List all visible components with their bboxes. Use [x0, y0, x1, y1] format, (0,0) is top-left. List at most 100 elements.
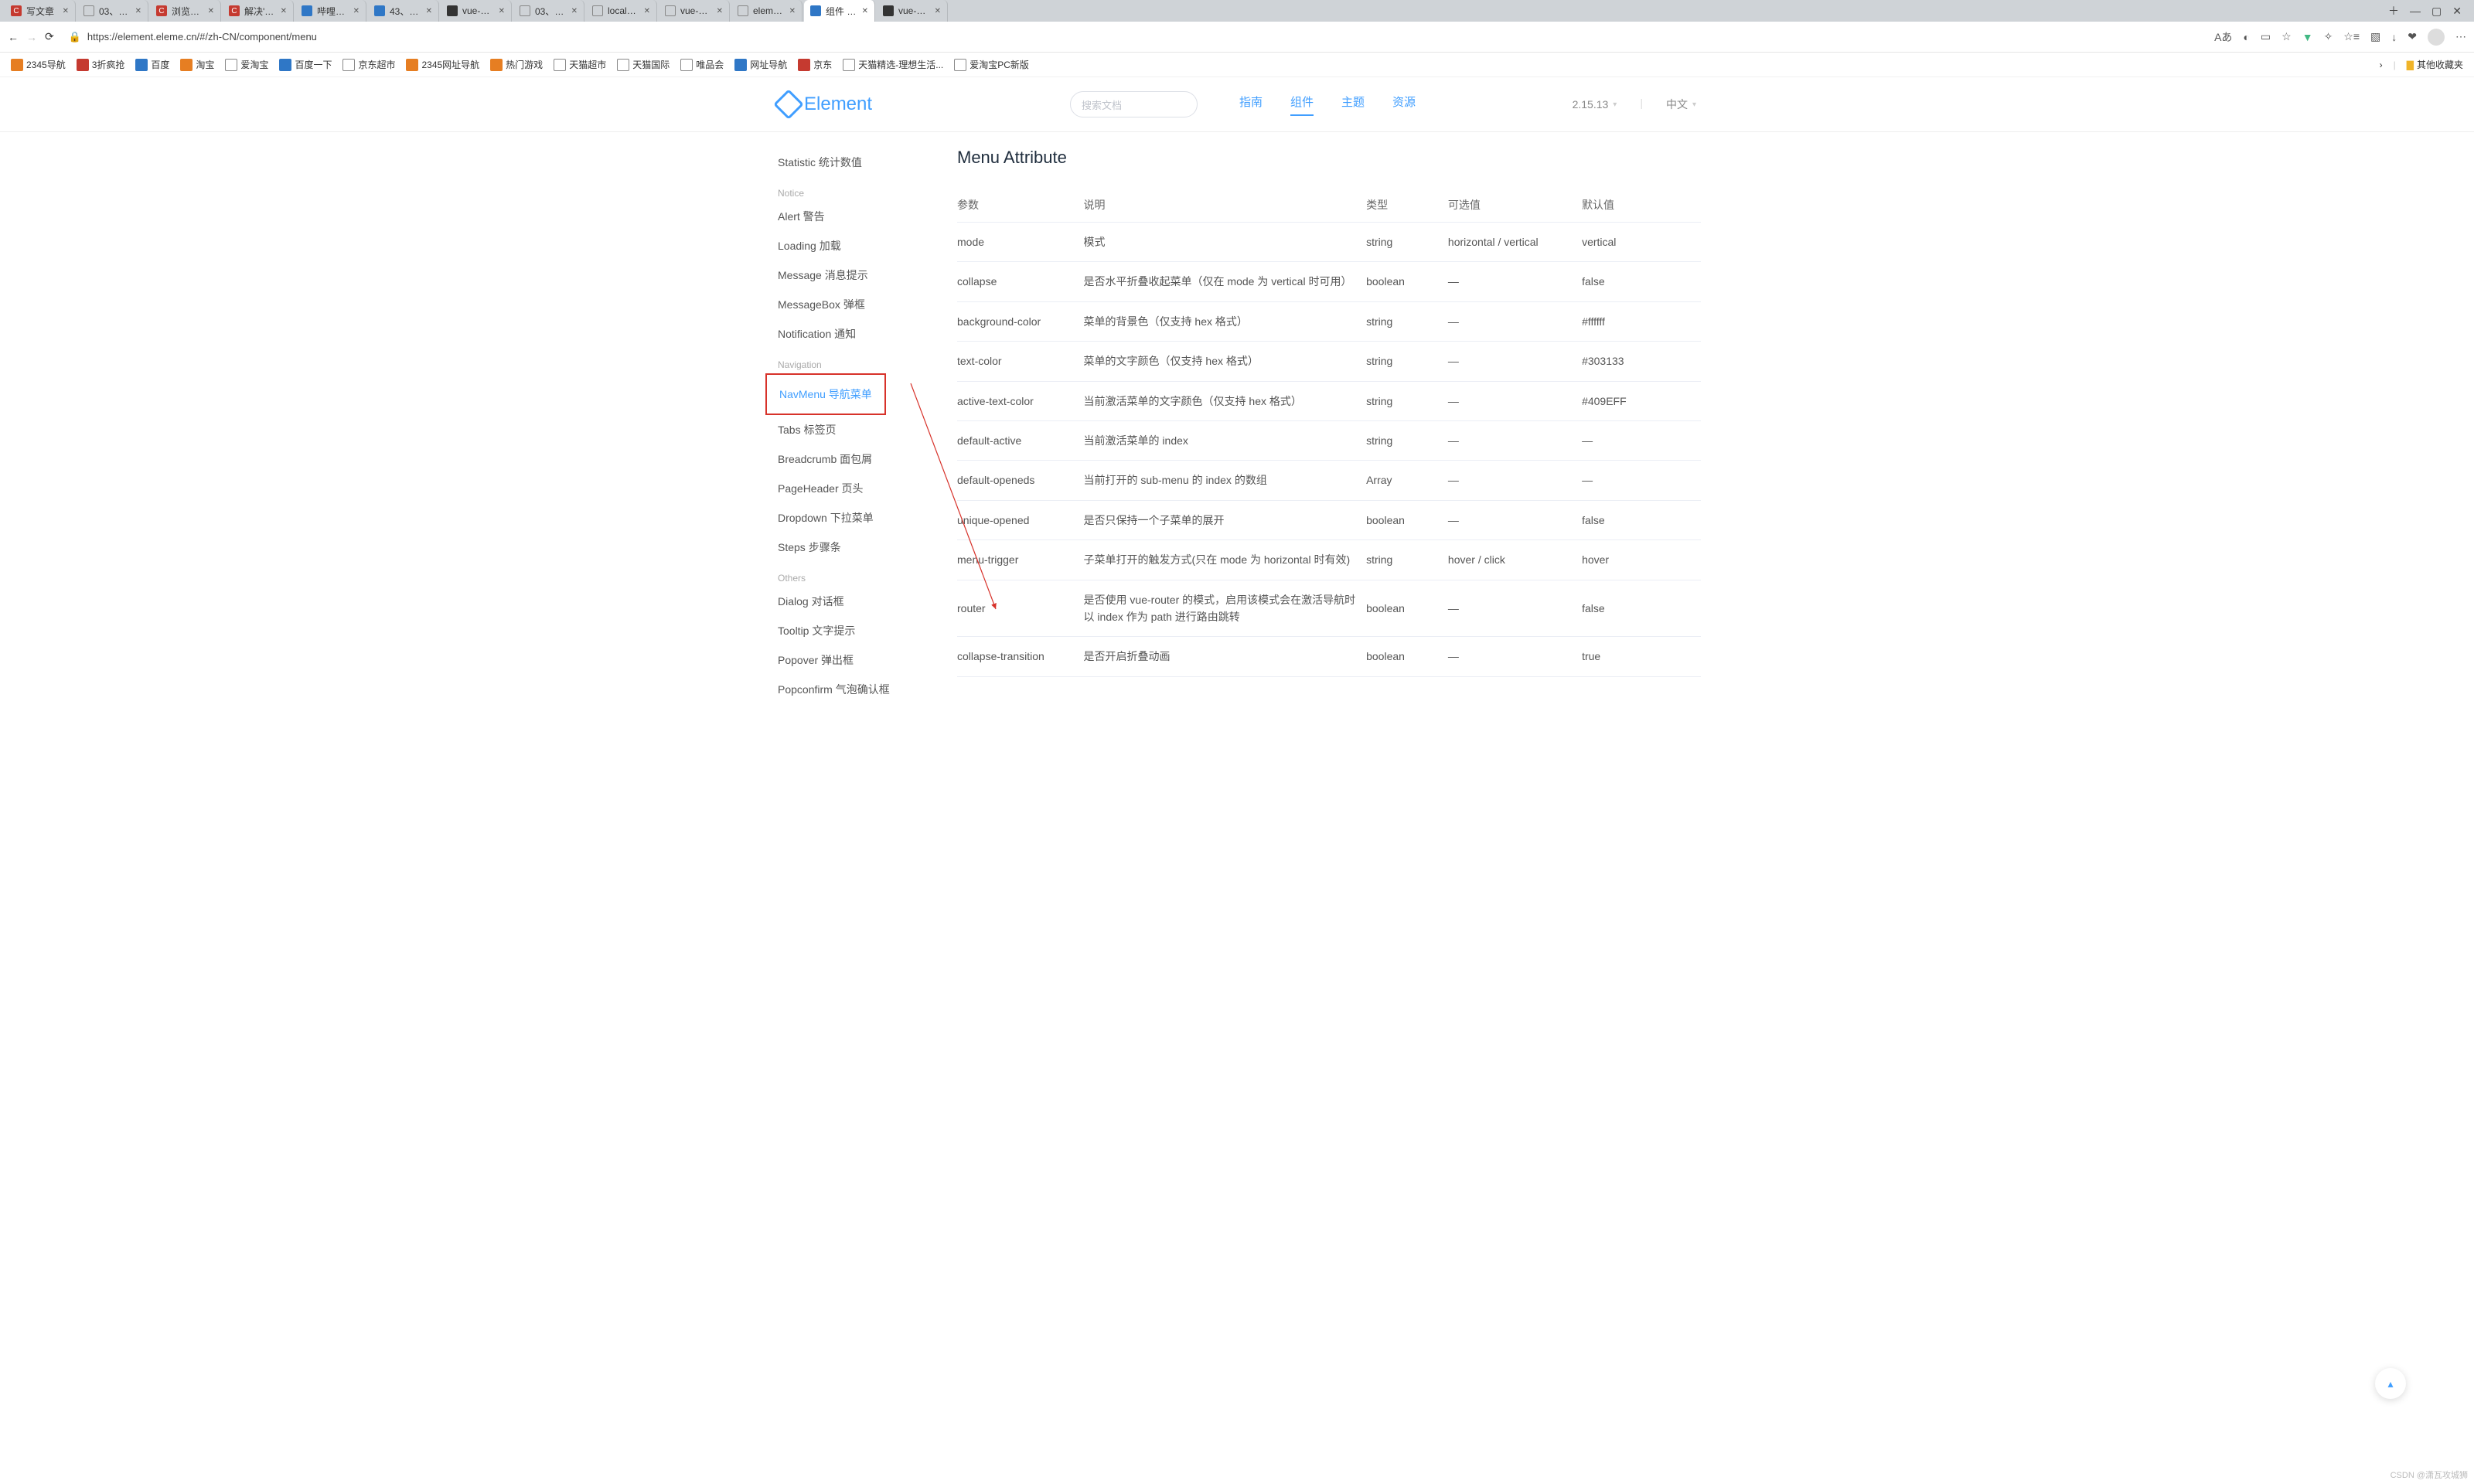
sidebar-item[interactable]: Tooltip 文字提示	[778, 616, 952, 645]
minimize-button[interactable]: —	[2410, 5, 2421, 17]
bookmark-item[interactable]: 京东	[798, 58, 832, 71]
close-tab-icon[interactable]: ✕	[135, 7, 141, 15]
close-tab-icon[interactable]: ✕	[499, 7, 505, 15]
bookmark-item[interactable]: 2345网址导航	[406, 58, 479, 71]
table-header: 参数	[957, 188, 1084, 223]
sidebar-item[interactable]: Alert 警告	[778, 202, 952, 231]
reader-icon[interactable]: ▭	[2261, 30, 2271, 43]
browser-tab[interactable]: vue-de...✕	[441, 0, 512, 22]
close-window-button[interactable]: ✕	[2452, 5, 2462, 18]
browser-tab[interactable]: 组件 | E... ✕	[804, 0, 875, 22]
browser-tab[interactable]: C解决'vu...✕	[223, 0, 294, 22]
browser-tab[interactable]: C写文章✕	[5, 0, 76, 22]
favorite-icon[interactable]: ☆	[2281, 30, 2292, 43]
close-tab-icon[interactable]: ✕	[208, 7, 214, 15]
bookmark-item[interactable]: 网址导航	[734, 58, 787, 71]
close-tab-icon[interactable]: ✕	[353, 7, 360, 15]
sidebar-item[interactable]: Dropdown 下拉菜单	[778, 503, 952, 533]
read-aloud-icon[interactable]: Aあ	[2214, 29, 2232, 45]
browser-tab[interactable]: 哔哩哔...✕	[295, 0, 366, 22]
browser-tab[interactable]: 43、前...✕	[368, 0, 439, 22]
close-tab-icon[interactable]: ✕	[426, 7, 432, 15]
bookmark-item[interactable]: 百度一下	[279, 58, 332, 71]
close-tab-icon[interactable]: ✕	[281, 7, 287, 15]
browser-tab[interactable]: vue-de...✕	[877, 0, 948, 22]
nav-link[interactable]: 组件	[1290, 94, 1314, 116]
url-field[interactable]: 🔒 https://element.eleme.cn/#/zh-CN/compo…	[62, 27, 2206, 47]
sidebar-item[interactable]: MessageBox 弹框	[778, 290, 952, 319]
forward-button[interactable]: →	[26, 31, 37, 43]
close-tab-icon[interactable]: ✕	[63, 7, 69, 15]
sidebar-item[interactable]: Loading 加载	[778, 231, 952, 260]
nav-link[interactable]: 主题	[1341, 94, 1365, 116]
bookmark-icon	[617, 59, 629, 71]
sidebar-item[interactable]: Dialog 对话框	[778, 587, 952, 616]
heart-icon[interactable]: ❤	[2408, 30, 2417, 43]
version-selector[interactable]: 2.15.13▾	[1573, 97, 1617, 112]
more-icon[interactable]: ⋯	[2455, 30, 2466, 43]
tab-title: elemen...	[753, 5, 785, 16]
close-tab-icon[interactable]: ✕	[789, 7, 796, 15]
sidebar-item[interactable]: Steps 步骤条	[778, 533, 952, 562]
new-tab-button[interactable]: ＋	[2388, 3, 2399, 19]
bookmark-item[interactable]: 爱淘宝	[225, 58, 268, 71]
close-tab-icon[interactable]: ✕	[935, 7, 941, 15]
tab-title: 组件 | E...	[826, 5, 857, 18]
extension-icon[interactable]: ✧	[2324, 30, 2333, 43]
sidebar-item[interactable]: PageHeader 页头	[778, 474, 952, 503]
browser-tab[interactable]: elemen... ✕	[731, 0, 803, 22]
bookmarks-overflow-icon[interactable]: ›	[2380, 60, 2383, 70]
nav-link[interactable]: 资源	[1392, 94, 1416, 116]
bookmark-item[interactable]: 天猫国际	[617, 58, 670, 71]
bookmark-item[interactable]: 热门游戏	[490, 58, 543, 71]
sidebar-item[interactable]: Notification 通知	[778, 319, 952, 349]
bookmark-icon	[406, 59, 418, 71]
bookmark-item[interactable]: 天猫精选-理想生活...	[843, 58, 943, 71]
collections-icon[interactable]: ▧	[2370, 30, 2380, 43]
other-bookmarks[interactable]: ▇ 其他收藏夹	[2407, 58, 2463, 71]
close-tab-icon[interactable]: ✕	[571, 7, 578, 15]
browser-tab[interactable]: 03、前...✕	[513, 0, 584, 22]
browser-tab[interactable]: localho...✕	[586, 0, 657, 22]
bookmark-item[interactable]: 天猫超市	[554, 58, 606, 71]
favorites-bar-icon[interactable]: ☆≡	[2343, 30, 2360, 43]
bookmark-item[interactable]: 京东超市	[342, 58, 395, 71]
sidebar-item[interactable]: NavMenu 导航菜单	[779, 380, 880, 409]
back-button[interactable]: ←	[8, 31, 19, 43]
bookmark-item[interactable]: 3折疯抢	[77, 58, 125, 71]
bookmark-item[interactable]: 淘宝	[180, 58, 214, 71]
sidebar-item[interactable]: Message 消息提示	[778, 260, 952, 290]
brand-logo[interactable]: Element	[773, 94, 1051, 115]
favicon	[592, 5, 603, 16]
sidebar-item[interactable]: Popconfirm 气泡确认框	[778, 675, 952, 704]
sidebar-item[interactable]: Tabs 标签页	[778, 415, 952, 444]
sidebar-item[interactable]: Breadcrumb 面包屑	[778, 444, 952, 474]
language-selector[interactable]: 中文▾	[1666, 97, 1696, 112]
browser-tab[interactable]: vue-de...✕	[659, 0, 730, 22]
search-input[interactable]: 搜索文档	[1070, 91, 1198, 117]
chevron-down-icon: ▾	[1613, 100, 1617, 109]
sidebar-item[interactable]: Popover 弹出框	[778, 645, 952, 675]
close-tab-icon[interactable]: ✕	[862, 7, 868, 15]
browser-tab[interactable]: 03、前...✕	[77, 0, 148, 22]
bookmark-item[interactable]: 2345导航	[11, 58, 66, 71]
downloads-icon[interactable]: ↓	[2391, 31, 2397, 43]
bookmark-icon	[180, 59, 193, 71]
bookmark-item[interactable]: 爱淘宝PC新版	[954, 58, 1029, 71]
nav-link[interactable]: 指南	[1239, 94, 1263, 116]
close-tab-icon[interactable]: ✕	[644, 7, 650, 15]
bookmark-item[interactable]: 百度	[135, 58, 169, 71]
sidebar-item[interactable]: Statistic 统计数值	[778, 148, 952, 177]
vue-devtools-icon[interactable]: ▼	[2302, 31, 2313, 43]
close-tab-icon[interactable]: ✕	[717, 7, 723, 15]
browser-tab[interactable]: C浏览历...✕	[150, 0, 221, 22]
bookmark-item[interactable]: 唯品会	[680, 58, 724, 71]
reload-button[interactable]: ⟳	[45, 30, 54, 43]
browser-tabstrip: C写文章✕03、前...✕C浏览历...✕C解决'vu...✕哔哩哔...✕43…	[0, 0, 2474, 22]
maximize-button[interactable]: ▢	[2431, 5, 2442, 18]
table-row: collapse-transition是否开启折叠动画boolean—true	[957, 637, 1701, 676]
back-to-top-button[interactable]: ▴	[2375, 1368, 2406, 1399]
tracking-icon[interactable]: ◐	[2243, 31, 2249, 43]
attribute-table: 参数说明类型可选值默认值 mode模式stringhorizontal / ve…	[957, 188, 1701, 677]
profile-avatar[interactable]	[2428, 29, 2445, 46]
